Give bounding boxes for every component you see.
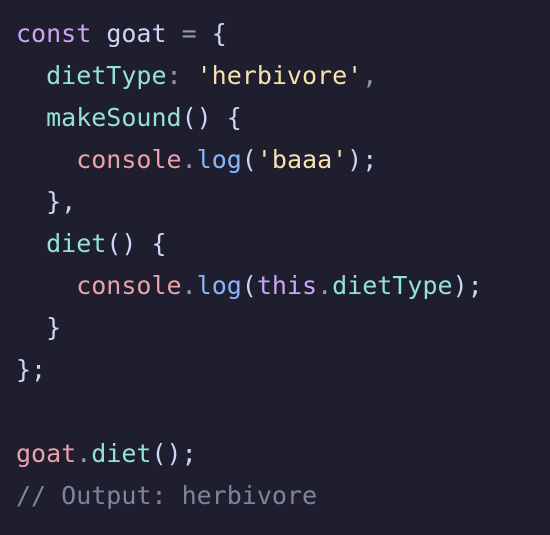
- code-line: };: [16, 349, 483, 391]
- code-token-string: 'baaa': [256, 145, 348, 174]
- code-line: },: [16, 181, 483, 223]
- code-token-punctuation: =: [181, 19, 197, 48]
- code-line: const goat = {: [16, 13, 483, 55]
- code-token-comment: // Output: herbivore: [16, 481, 318, 510]
- code-token-punctuation: .: [181, 145, 197, 174]
- code-token-variable: goat: [91, 19, 182, 48]
- code-token-function: log: [196, 271, 242, 300]
- code-token-keyword: this: [256, 271, 318, 300]
- code-token-property: dietType: [332, 271, 453, 300]
- code-token-string: 'herbivore': [196, 61, 363, 90]
- code-line: goat.diet();: [16, 433, 483, 475]
- code-token-punctuation: ,: [362, 61, 378, 90]
- code-token-text: },: [16, 187, 77, 216]
- code-token-builtin: console: [16, 271, 182, 300]
- code-token-keyword: const: [16, 19, 92, 48]
- code-line: dietType: 'herbivore',: [16, 55, 483, 97]
- code-line: makeSound() {: [16, 97, 483, 139]
- code-token-text: (: [241, 145, 257, 174]
- code-line: // Output: herbivore: [16, 475, 483, 517]
- code-token-text: {: [196, 19, 227, 48]
- code-token-text: );: [452, 271, 483, 300]
- code-token-text: };: [16, 355, 47, 384]
- code-token-text: () {: [106, 229, 167, 258]
- code-line: console.log(this.dietType);: [16, 265, 483, 307]
- code-token-builtin: console: [16, 145, 182, 174]
- code-token-text: ();: [151, 439, 197, 468]
- code-token-property: diet: [16, 229, 107, 258]
- code-line: console.log('baaa');: [16, 139, 483, 181]
- code-token-builtin: goat: [16, 439, 77, 468]
- code-token-property: diet: [91, 439, 152, 468]
- code-token-punctuation: :: [166, 61, 197, 90]
- code-token-function: log: [196, 145, 242, 174]
- code-line: }: [16, 307, 483, 349]
- code-block: const goat = { dietType: 'herbivore', ma…: [16, 13, 483, 517]
- code-line: diet() {: [16, 223, 483, 265]
- code-token-punctuation: .: [181, 271, 197, 300]
- code-token-property: makeSound: [16, 103, 182, 132]
- code-token-text: () {: [181, 103, 242, 132]
- code-token-property: dietType: [16, 61, 167, 90]
- code-token-text: );: [347, 145, 378, 174]
- code-token-text: (: [241, 271, 257, 300]
- code-token-punctuation: .: [76, 439, 92, 468]
- code-token-text: }: [16, 313, 62, 342]
- code-token-punctuation: .: [317, 271, 333, 300]
